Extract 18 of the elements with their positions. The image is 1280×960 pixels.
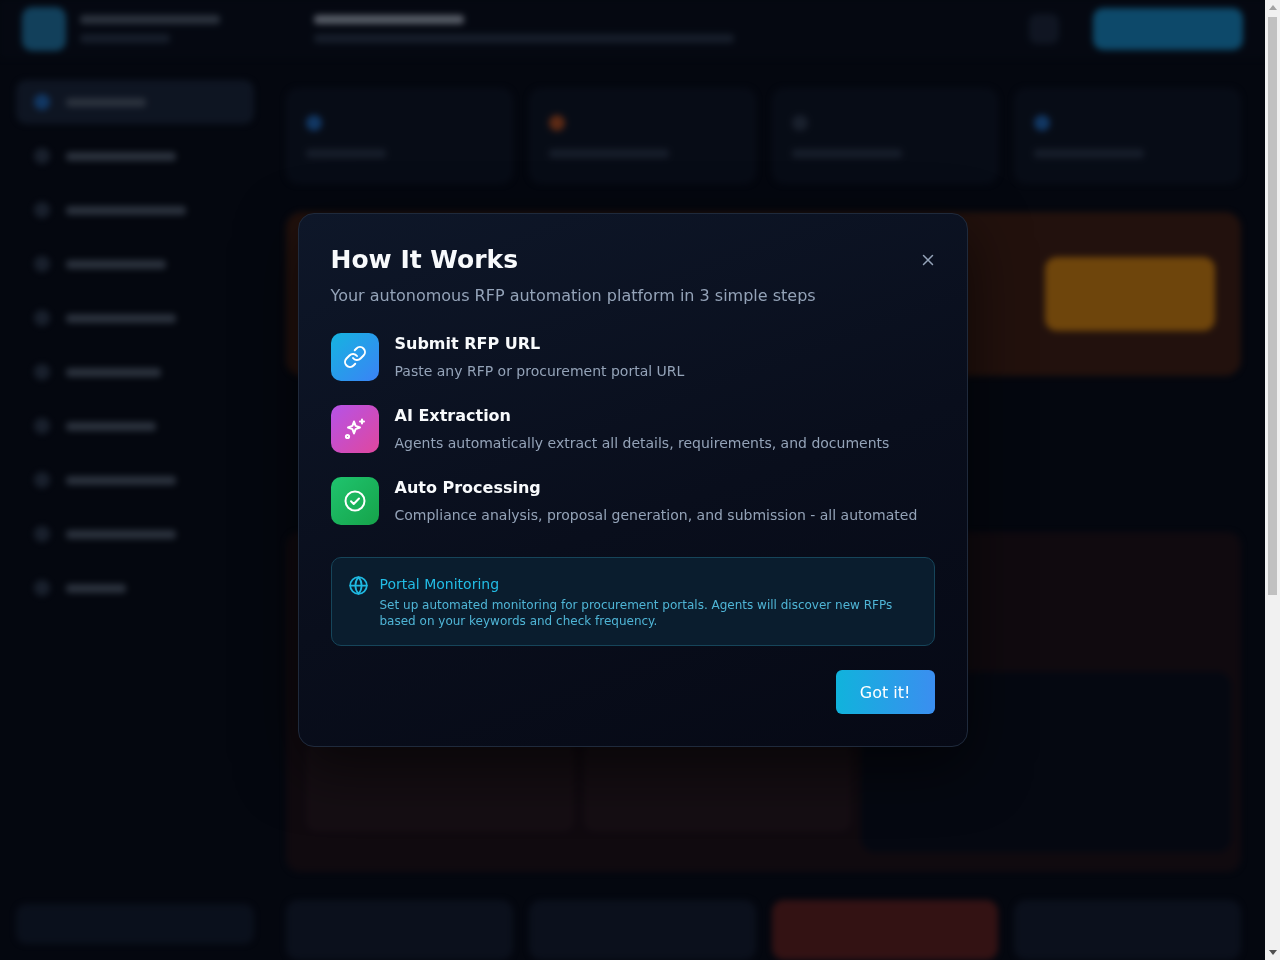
got-it-button[interactable]: Got it! (835, 670, 935, 714)
sparkles-icon (330, 405, 379, 453)
globe-icon (347, 575, 369, 596)
step-description: Agents automatically extract all details, requirements, and documents (394, 434, 890, 453)
scrollbar-thumb[interactable] (1268, 17, 1277, 595)
step-title: Auto Processing (394, 477, 542, 499)
info-title: Portal Monitoring (379, 575, 501, 594)
step-title: Submit RFP URL (394, 333, 542, 355)
step-description: Paste any RFP or procurement portal URL (394, 362, 685, 381)
info-text: Set up automated monitoring for procurement portals. Agents will discover new RFPs based on your keywords and check frequency. (379, 597, 894, 629)
dialog-subtitle: Your autonomous RFP automation platform in 3 simple steps (330, 285, 817, 307)
scroll-up-icon[interactable] (1268, 5, 1277, 10)
step-description: Compliance analysis, proposal generation, and submission - all automated (394, 506, 918, 525)
scrollbar[interactable] (1265, 0, 1280, 960)
scroll-down-icon[interactable] (1268, 950, 1277, 955)
step-title: AI Extraction (394, 405, 512, 427)
link-icon (330, 333, 379, 381)
dialog-title: How It Works (330, 244, 519, 276)
